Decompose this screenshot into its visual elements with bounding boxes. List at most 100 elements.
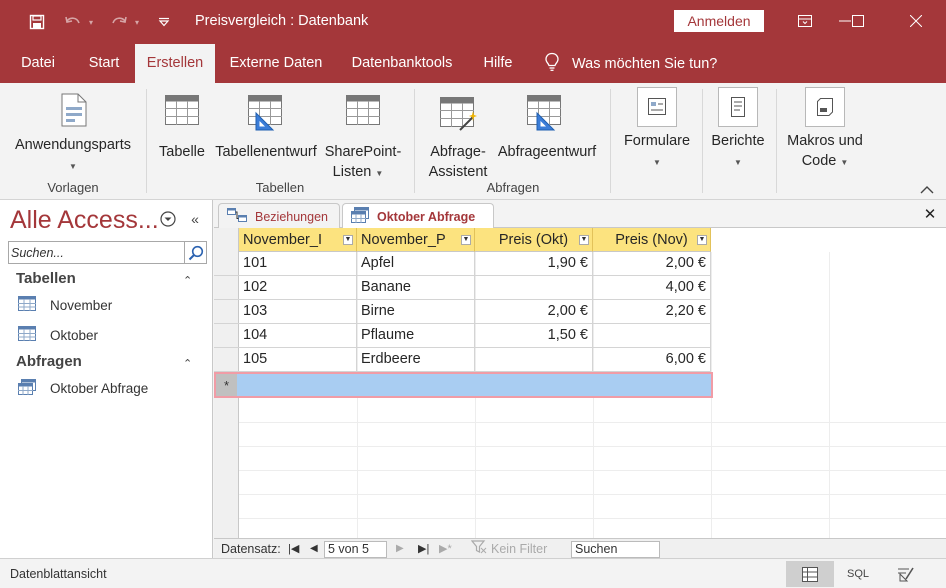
filter-toggle[interactable]: Kein Filter [470,540,548,557]
tab-hilfe[interactable]: Hilfe [472,44,524,83]
design-view-icon[interactable] [886,561,926,587]
tab-datei[interactable]: Datei [8,44,68,83]
record-navigator: Datensatz: |◀ ◀ 5 von 5 ▶ ▶| ▶* Kein Fil… [214,538,946,558]
anwendungsparts-button[interactable]: Anwendungsparts ▼ [8,91,138,181]
table-cell[interactable]: 104 [239,324,357,348]
table-cell[interactable]: 103 [239,300,357,324]
table-cell[interactable]: 6,00 € [593,348,711,372]
undo-dropdown-icon[interactable]: ▾ [86,11,96,33]
form-icon [637,87,677,133]
datasheet: November_I ▼ November_P ▼ Preis (Okt) ▼ … [214,228,946,538]
table-cell[interactable]: Erdbeere [357,348,475,372]
search-icon[interactable] [184,242,206,263]
query-icon [351,207,369,226]
abfrageentwurf-button[interactable]: Abfrageentwurf [493,91,601,161]
makros-und-code-button[interactable]: Makros und Code ▼ [780,87,870,173]
ribbon-display-options-icon[interactable] [790,8,820,34]
nav-pane-title[interactable]: Alle Access... [10,206,159,235]
table-cell[interactable]: 2,00 € [593,252,711,276]
nav-item-november[interactable]: November [18,294,112,316]
column-header-preis-nov[interactable]: Preis (Nov) ▼ [593,228,711,252]
tell-me-box[interactable]: Was möchten Sie tun? [544,44,717,83]
tabelle-button[interactable]: Tabelle [155,91,209,161]
tabellenentwurf-button[interactable]: Tabellenentwurf [212,91,320,161]
table-cell[interactable]: 2,20 € [593,300,711,324]
anwendungsparts-label: Anwendungsparts [14,137,132,153]
table-cell[interactable]: Pflaume [357,324,475,348]
nav-item-oktober-abfrage[interactable]: Oktober Abfrage [18,377,148,399]
berichte-label: Berichte [711,133,765,149]
datasheet-view-icon[interactable] [786,561,834,587]
record-selector[interactable] [214,252,239,276]
grid-line [829,252,830,538]
table-cell[interactable]: Banane [357,276,475,300]
record-selector[interactable] [214,276,239,300]
chevron-up-icon[interactable]: ⌃ [183,357,192,370]
formulare-button[interactable]: Formulare ▼ [618,87,696,173]
column-header-preis-okt[interactable]: Preis (Okt) ▼ [475,228,593,252]
column-header-november-p[interactable]: November_P ▼ [357,228,475,252]
undo-icon[interactable] [62,11,84,33]
doc-tab-oktober-abfrage[interactable]: Oktober Abfrage [342,203,494,229]
tabellenentwurf-label: Tabellenentwurf [215,144,317,160]
menu-bar: Datei Start Erstellen Externe Daten Date… [0,44,946,83]
table-cell[interactable]: 101 [239,252,357,276]
tab-datenbanktools[interactable]: Datenbanktools [340,44,464,83]
filter-label: Kein Filter [491,542,548,556]
record-selector[interactable] [214,324,239,348]
last-record-icon[interactable]: ▶| [418,541,429,557]
table-cell[interactable]: 105 [239,348,357,372]
close-document-icon[interactable]: ✕ [920,205,940,223]
close-window-icon[interactable] [901,8,931,34]
collapse-ribbon-icon[interactable] [920,183,936,197]
record-search-input[interactable]: Suchen [571,541,660,558]
redo-dropdown-icon[interactable]: ▾ [132,11,142,33]
sharepoint-listen-button[interactable]: SharePoint- Listen ▼ [322,91,404,181]
chevron-up-icon[interactable]: ⌃ [183,274,192,287]
table-cell[interactable]: 102 [239,276,357,300]
new-record-nav-icon[interactable]: ▶* [439,541,452,557]
nav-menu-dropdown-icon[interactable] [159,210,177,228]
table-cell[interactable]: 1,90 € [475,252,593,276]
save-icon[interactable] [26,11,48,33]
table-cell[interactable]: 2,00 € [475,300,593,324]
sort-filter-dropdown-icon[interactable]: ▼ [461,235,471,245]
tab-start[interactable]: Start [76,44,132,83]
tab-erstellen[interactable]: Erstellen [135,44,215,83]
sort-filter-dropdown-icon[interactable]: ▼ [579,235,589,245]
column-header-november-id[interactable]: November_I ▼ [239,228,357,252]
table-cell[interactable]: 4,00 € [593,276,711,300]
table-cell[interactable]: Birne [357,300,475,324]
nav-section-tabellen[interactable]: Tabellen [16,270,76,287]
sort-filter-dropdown-icon[interactable]: ▼ [697,235,707,245]
nav-search-input[interactable] [11,244,181,261]
abfrage-assistent-label-1: Abfrage- [430,144,486,160]
sort-filter-dropdown-icon[interactable]: ▼ [343,235,353,245]
doc-tab-beziehungen[interactable]: Beziehungen [218,203,340,229]
maximize-icon[interactable] [843,8,873,34]
first-record-icon[interactable]: |◀ [288,541,299,557]
sql-view-button[interactable]: SQL [838,561,878,587]
nav-section-abfragen[interactable]: Abfragen [16,353,82,370]
tab-externe-daten[interactable]: Externe Daten [220,44,332,83]
current-record-field[interactable]: 5 von 5 [324,541,387,558]
customize-toolbar-icon[interactable] [156,11,172,33]
nav-item-label: November [50,297,113,313]
new-record-row[interactable]: * [214,372,713,398]
table-cell[interactable]: 1,50 € [475,324,593,348]
record-selector[interactable] [214,348,239,372]
berichte-button[interactable]: Berichte ▼ [706,87,770,173]
redo-icon[interactable] [108,11,130,33]
nav-item-oktober[interactable]: Oktober [18,324,98,346]
status-text: Datenblattansicht [10,567,107,581]
table-cell[interactable] [475,348,593,372]
shutter-bar-close-icon[interactable]: « [186,210,204,228]
table-cell[interactable] [593,324,711,348]
record-selector[interactable] [214,300,239,324]
table-cell[interactable]: Apfel [357,252,475,276]
abfrage-assistent-button[interactable]: Abfrage- Assistent [424,91,492,181]
previous-record-icon[interactable]: ◀ [310,541,318,557]
table-cell[interactable] [475,276,593,300]
signin-button[interactable]: Anmelden [674,10,764,32]
next-record-icon[interactable]: ▶ [396,541,404,557]
